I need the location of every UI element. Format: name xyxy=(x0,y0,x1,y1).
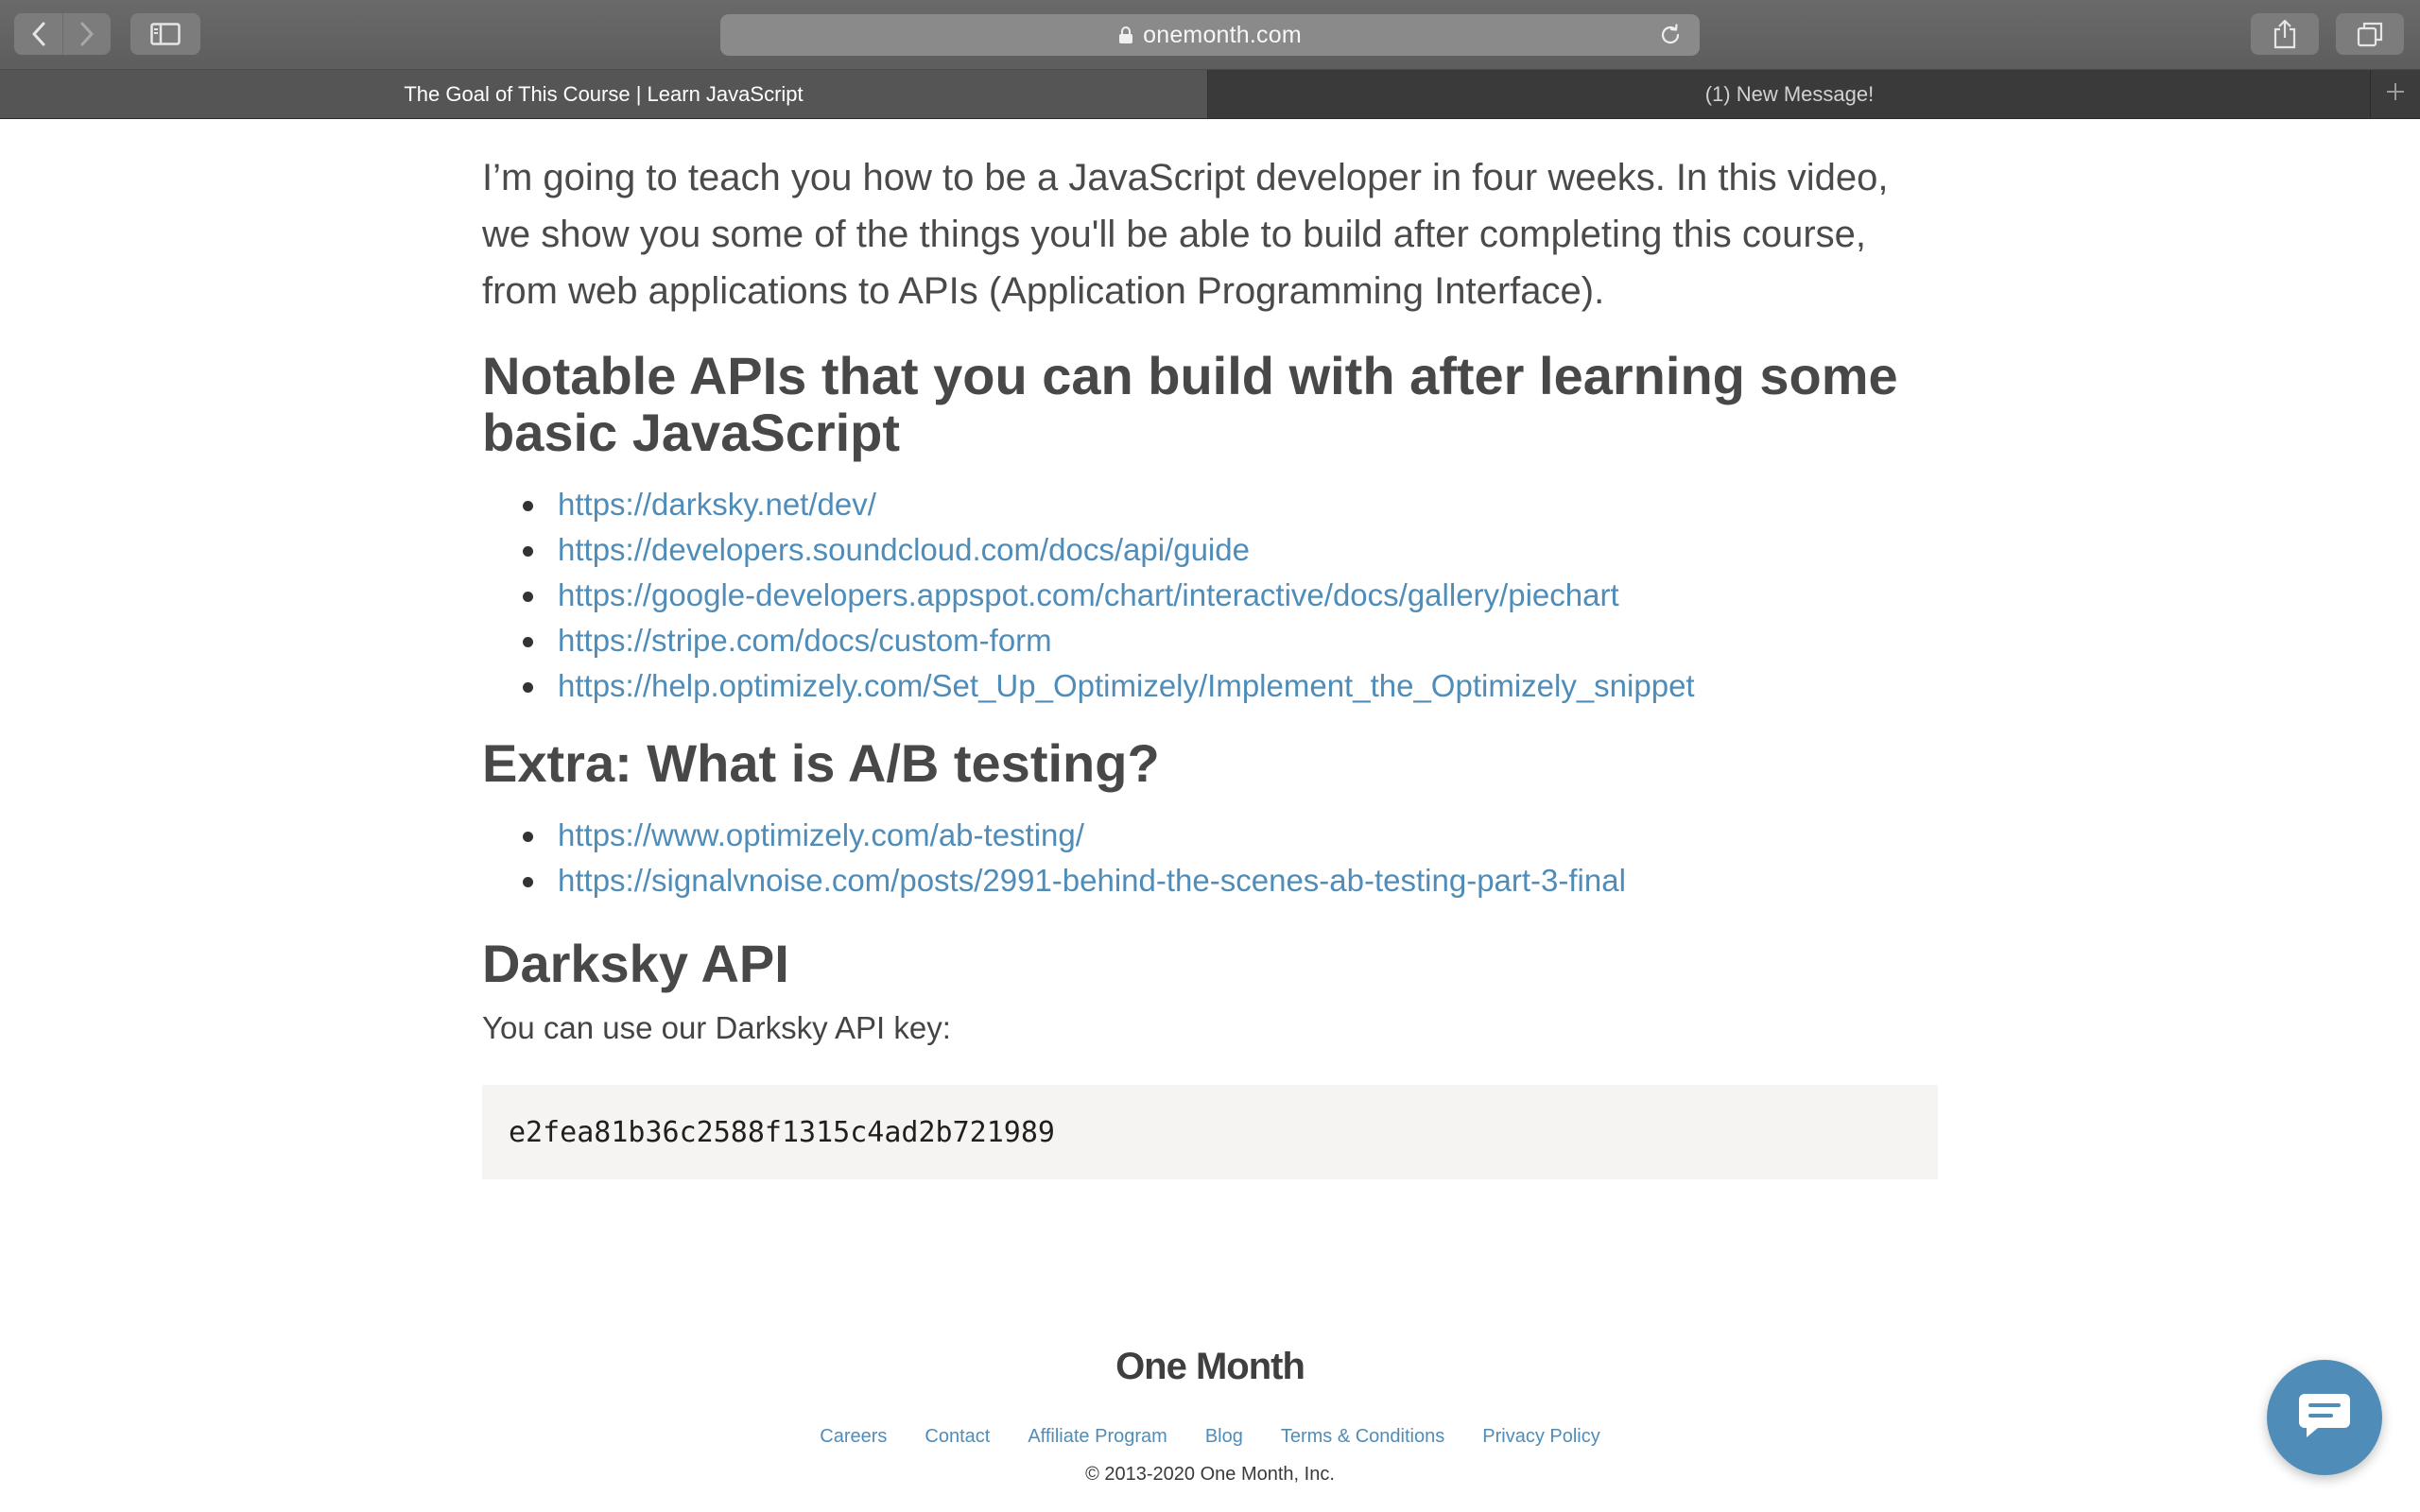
footer-links: Careers Contact Affiliate Program Blog T… xyxy=(0,1426,2420,1448)
bullet xyxy=(523,637,533,647)
navigation-buttons xyxy=(14,13,111,55)
tab-learn-javascript[interactable]: The Goal of This Course | Learn JavaScri… xyxy=(0,70,1208,118)
link-google-charts[interactable]: https://google-developers.appspot.com/ch… xyxy=(558,577,1619,612)
bullet xyxy=(523,682,533,693)
tab-new-message[interactable]: (1) New Message! xyxy=(1209,70,2371,118)
url-text: onemonth.com xyxy=(1143,21,1302,48)
api-links-list: https://darksky.net/dev/ https://develop… xyxy=(482,482,1938,709)
bullet xyxy=(523,832,533,842)
share-icon xyxy=(2273,19,2297,49)
chevron-right-icon xyxy=(79,22,95,46)
bullet xyxy=(523,501,533,511)
tab-title: (1) New Message! xyxy=(1704,81,1875,106)
bullet xyxy=(523,546,533,557)
link-optimizely-ab[interactable]: https://www.optimizely.com/ab-testing/ xyxy=(558,817,1084,852)
lock-icon xyxy=(1118,26,1133,44)
link-soundcloud[interactable]: https://developers.soundcloud.com/docs/a… xyxy=(558,532,1250,567)
tab-bar: The Goal of This Course | Learn JavaScri… xyxy=(0,70,2420,119)
footer-link-privacy[interactable]: Privacy Policy xyxy=(1482,1426,1599,1448)
link-optimizely-snippet[interactable]: https://help.optimizely.com/Set_Up_Optim… xyxy=(558,668,1695,703)
bullet xyxy=(523,592,533,602)
sidebar-toggle-button[interactable] xyxy=(130,13,200,55)
footer-link-blog[interactable]: Blog xyxy=(1205,1426,1243,1448)
chat-icon xyxy=(2297,1390,2352,1446)
section-heading-ab-testing: Extra: What is A/B testing? xyxy=(482,733,1160,793)
section-heading-apis: Notable APIs that you can build with aft… xyxy=(482,346,1898,462)
share-button[interactable] xyxy=(2251,13,2319,55)
chat-button[interactable] xyxy=(2267,1360,2382,1475)
sidebar-icon xyxy=(150,23,181,45)
chevron-left-icon xyxy=(31,22,46,46)
darksky-description: You can use our Darksky API key: xyxy=(482,1010,951,1045)
footer-logo[interactable]: One Month xyxy=(0,1346,2420,1388)
address-bar[interactable]: onemonth.com xyxy=(720,14,1700,56)
back-button[interactable] xyxy=(14,13,62,55)
reload-icon[interactable] xyxy=(1658,23,1683,47)
tabs-overview-icon xyxy=(2357,21,2383,47)
tabs-overview-button[interactable] xyxy=(2336,13,2404,55)
plus-icon xyxy=(2385,81,2406,107)
list-item: https://help.optimizely.com/Set_Up_Optim… xyxy=(482,663,1938,709)
bullet xyxy=(523,877,533,887)
link-signalvnoise[interactable]: https://signalvnoise.com/posts/2991-behi… xyxy=(558,863,1626,898)
link-darksky[interactable]: https://darksky.net/dev/ xyxy=(558,487,876,522)
footer-link-contact[interactable]: Contact xyxy=(925,1426,990,1448)
forward-button[interactable] xyxy=(62,13,111,55)
tab-title: The Goal of This Course | Learn JavaScri… xyxy=(404,81,804,106)
footer-link-affiliate-program[interactable]: Affiliate Program xyxy=(1028,1426,1167,1448)
list-item: https://darksky.net/dev/ xyxy=(482,482,1938,527)
footer-link-terms[interactable]: Terms & Conditions xyxy=(1281,1426,1444,1448)
list-item: https://www.optimizely.com/ab-testing/ xyxy=(482,813,1938,858)
footer-link-careers[interactable]: Careers xyxy=(820,1426,887,1448)
link-stripe[interactable]: https://stripe.com/docs/custom-form xyxy=(558,623,1052,658)
browser-toolbar: onemonth.com xyxy=(0,0,2420,70)
list-item: https://signalvnoise.com/posts/2991-behi… xyxy=(482,858,1938,903)
copyright-text: © 2013-2020 One Month, Inc. xyxy=(1085,1464,1335,1485)
list-item: https://stripe.com/docs/custom-form xyxy=(482,618,1938,663)
api-key-code-block: e2fea81b36c2588f1315c4ad2b721989 xyxy=(482,1085,1938,1179)
api-key: e2fea81b36c2588f1315c4ad2b721989 xyxy=(509,1115,1055,1149)
section-heading-darksky: Darksky API xyxy=(482,934,789,993)
ab-testing-links-list: https://www.optimizely.com/ab-testing/ h… xyxy=(482,813,1938,903)
lesson-content: I’m going to teach you how to be a JavaS… xyxy=(482,119,1938,1179)
new-tab-button[interactable] xyxy=(2371,70,2420,118)
list-item: https://google-developers.appspot.com/ch… xyxy=(482,573,1938,618)
list-item: https://developers.soundcloud.com/docs/a… xyxy=(482,527,1938,573)
intro-paragraph: I’m going to teach you how to be a JavaS… xyxy=(482,157,1889,312)
